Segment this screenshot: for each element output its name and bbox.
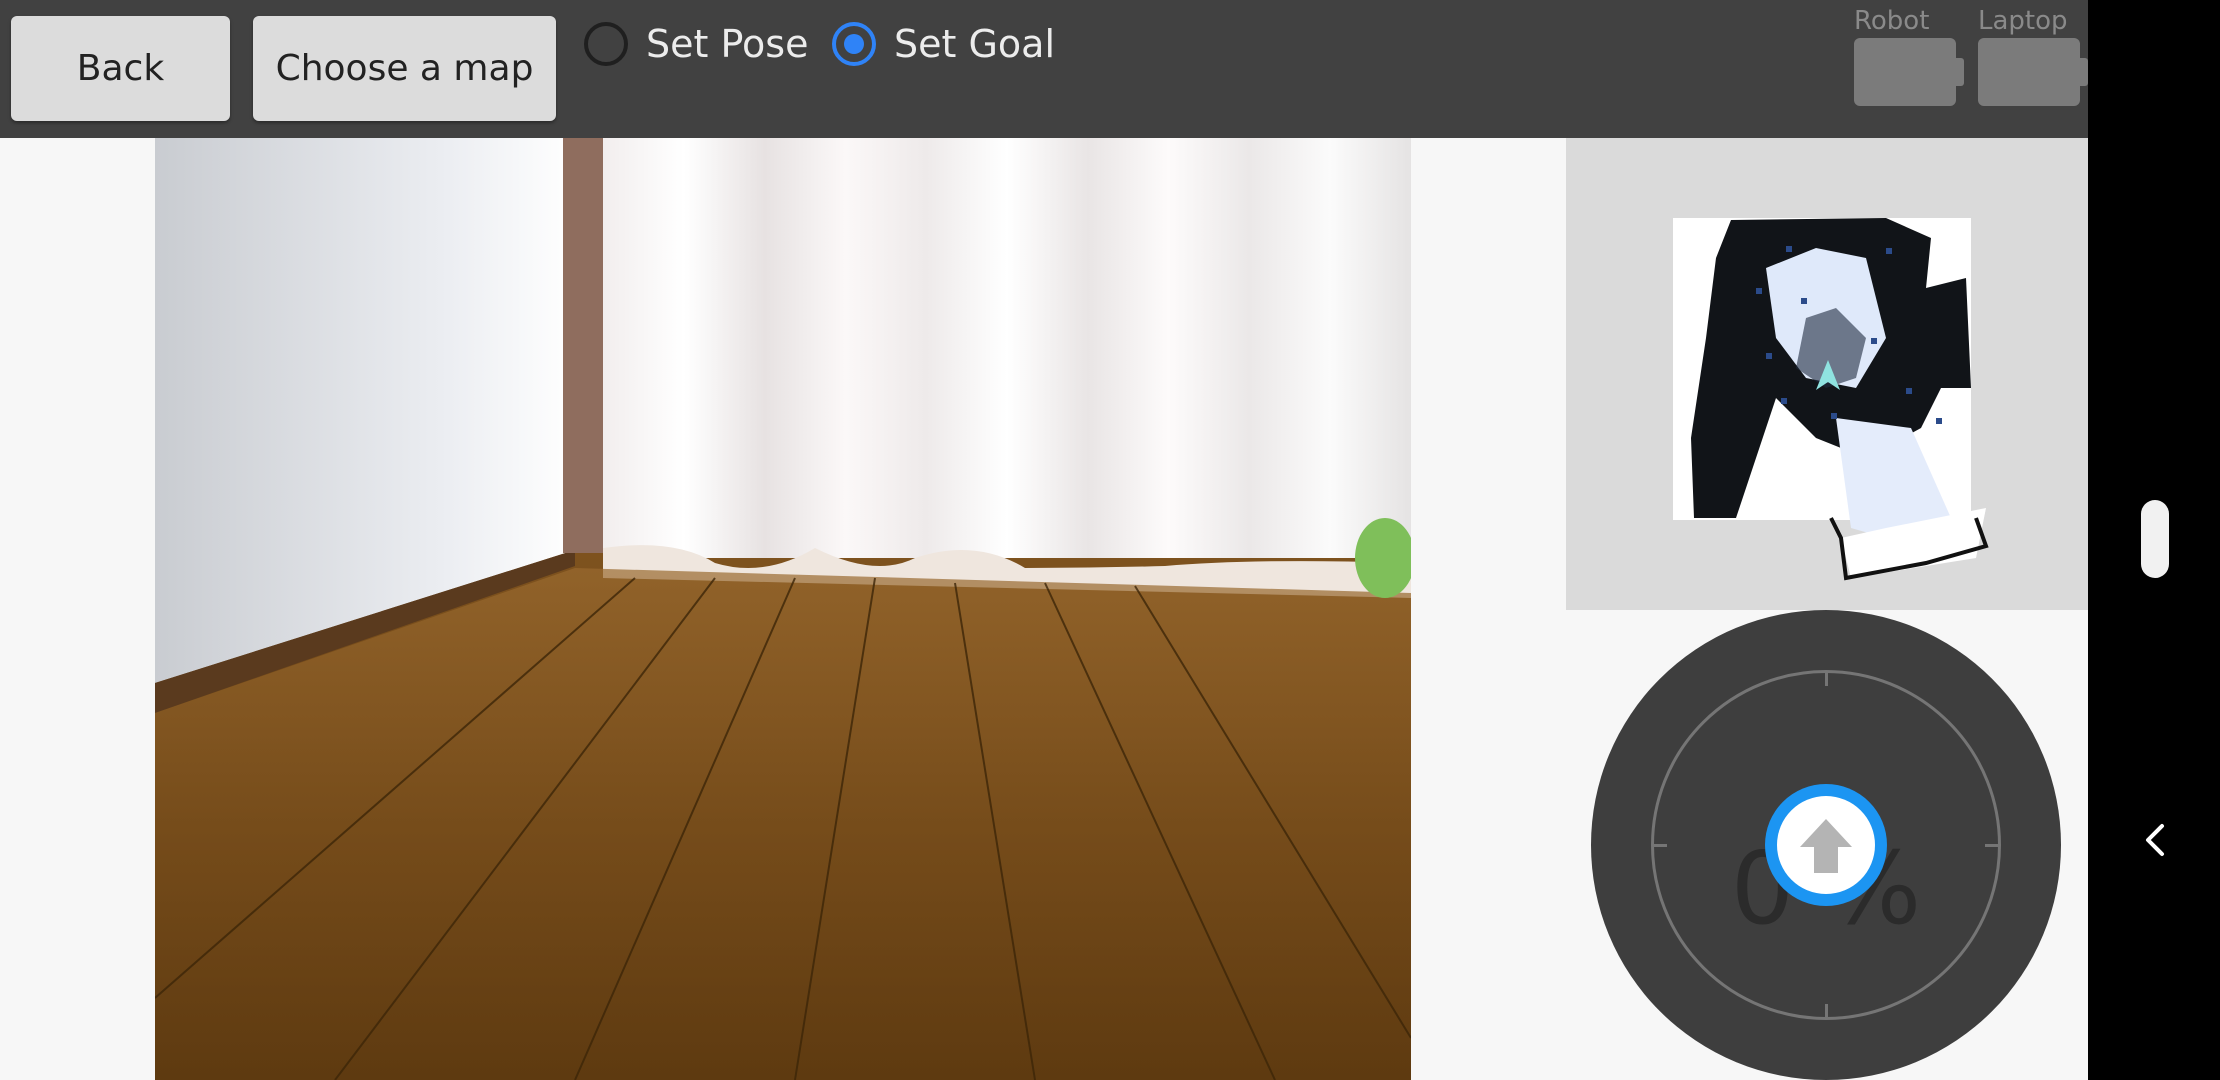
joystick-tick-top xyxy=(1825,672,1828,686)
chevron-left-icon[interactable] xyxy=(2130,810,2180,870)
set-pose-radio[interactable]: Set Pose xyxy=(584,14,808,74)
set-goal-radio[interactable]: Set Goal xyxy=(832,14,1055,74)
laptop-battery-label: Laptop xyxy=(1978,6,2068,36)
camera-feed xyxy=(155,138,1411,1080)
back-button[interactable]: Back xyxy=(11,16,230,121)
set-goal-radio-indicator[interactable] xyxy=(832,22,876,66)
set-pose-label: Set Pose xyxy=(646,22,809,66)
laptop-battery-icon xyxy=(1978,38,2088,106)
system-nav-bar xyxy=(2088,0,2220,1080)
robot-battery-icon xyxy=(1854,38,1964,106)
set-pose-radio-indicator[interactable] xyxy=(584,22,628,66)
choose-map-button[interactable]: Choose a map xyxy=(253,16,556,121)
occupancy-map[interactable] xyxy=(1566,138,2088,610)
robot-battery-label: Robot xyxy=(1854,6,1930,36)
joystick-tick-bottom xyxy=(1825,1004,1828,1018)
arrow-up-icon xyxy=(1777,796,1875,894)
joystick-knob[interactable] xyxy=(1765,784,1887,906)
joystick[interactable]: 0 % xyxy=(1591,610,2061,1080)
set-goal-label: Set Goal xyxy=(894,22,1056,66)
camera-image xyxy=(155,138,1411,1080)
scroll-handle[interactable] xyxy=(2141,500,2169,578)
map-panel[interactable] xyxy=(1566,138,2088,610)
top-toolbar: Back Choose a map Set Pose Set Goal Robo… xyxy=(0,0,2088,138)
